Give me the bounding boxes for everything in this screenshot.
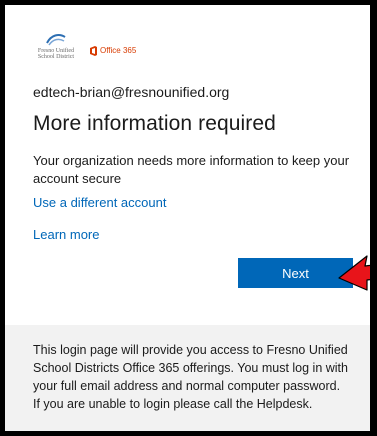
school-name: Fresno Unified School District bbox=[37, 48, 75, 60]
school-logo: Fresno Unified School District bbox=[33, 33, 79, 60]
description-text: Your organization needs more information… bbox=[33, 153, 350, 186]
sign-in-card: Fresno Unified School District Office 36… bbox=[5, 5, 370, 431]
red-arrow-annotation bbox=[338, 255, 370, 291]
account-email: edtech-brian@fresnounified.org bbox=[33, 84, 230, 100]
office-365-label: Office 365 bbox=[100, 46, 137, 55]
screenshot-frame: Fresno Unified School District Office 36… bbox=[0, 0, 377, 436]
logo-row: Fresno Unified School District Office 36… bbox=[33, 33, 136, 60]
footer-panel: This login page will provide you access … bbox=[5, 325, 370, 431]
school-logo-icon bbox=[46, 34, 66, 46]
office-logo-icon bbox=[90, 45, 97, 56]
use-different-account-link[interactable]: Use a different account bbox=[33, 195, 166, 210]
next-button[interactable]: Next bbox=[238, 258, 353, 288]
page-title: More information required bbox=[33, 112, 276, 135]
learn-more-link[interactable]: Learn more bbox=[33, 227, 99, 242]
footer-text: This login page will provide you access … bbox=[33, 343, 348, 411]
office-logo: Office 365 bbox=[89, 45, 137, 56]
